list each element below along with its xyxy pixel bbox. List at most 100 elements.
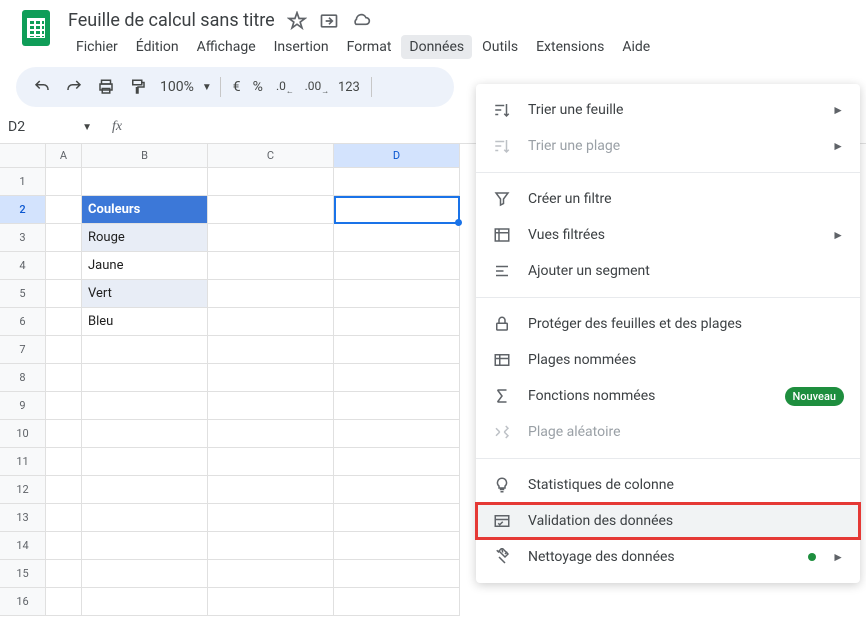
cloud-icon[interactable] <box>351 11 371 31</box>
cell-A13[interactable] <box>46 504 82 532</box>
cell-C6[interactable] <box>208 308 334 336</box>
menu-item-bulb[interactable]: Statistiques de colonne <box>476 467 860 503</box>
menu-item-named-range[interactable]: Plages nommées <box>476 342 860 378</box>
row-header-1[interactable]: 1 <box>0 168 46 196</box>
row-header-9[interactable]: 9 <box>0 392 46 420</box>
row-header-6[interactable]: 6 <box>0 308 46 336</box>
cell-D1[interactable] <box>334 168 460 196</box>
row-header-10[interactable]: 10 <box>0 420 46 448</box>
select-all-corner[interactable] <box>0 144 46 168</box>
cell-D7[interactable] <box>334 336 460 364</box>
cell-A8[interactable] <box>46 364 82 392</box>
row-header-14[interactable]: 14 <box>0 532 46 560</box>
cell-A1[interactable] <box>46 168 82 196</box>
cell-A7[interactable] <box>46 336 82 364</box>
cell-B2[interactable]: Couleurs <box>82 196 208 224</box>
cell-D3[interactable] <box>334 224 460 252</box>
menu-extensions[interactable]: Extensions <box>528 35 612 59</box>
menu-item-validation[interactable]: Validation des données <box>476 503 860 539</box>
cell-D2[interactable] <box>334 196 460 224</box>
menu-item-filter-views[interactable]: Vues filtrées► <box>476 217 860 253</box>
menu-édition[interactable]: Édition <box>128 35 187 59</box>
cell-C8[interactable] <box>208 364 334 392</box>
cell-C5[interactable] <box>208 280 334 308</box>
star-icon[interactable] <box>287 11 307 31</box>
undo-button[interactable] <box>28 73 56 101</box>
cell-C3[interactable] <box>208 224 334 252</box>
cell-C2[interactable] <box>208 196 334 224</box>
percent-button[interactable]: % <box>249 79 267 95</box>
cell-A11[interactable] <box>46 448 82 476</box>
cell-A5[interactable] <box>46 280 82 308</box>
menu-outils[interactable]: Outils <box>474 35 526 59</box>
menu-affichage[interactable]: Affichage <box>189 35 264 59</box>
cell-B4[interactable]: Jaune <box>82 252 208 280</box>
row-header-11[interactable]: 11 <box>0 448 46 476</box>
col-header-B[interactable]: B <box>82 144 208 168</box>
cell-B15[interactable] <box>82 560 208 588</box>
cell-C15[interactable] <box>208 560 334 588</box>
cell-D11[interactable] <box>334 448 460 476</box>
menu-item-segment[interactable]: Ajouter un segment <box>476 253 860 289</box>
row-header-5[interactable]: 5 <box>0 280 46 308</box>
cell-A10[interactable] <box>46 420 82 448</box>
cell-C14[interactable] <box>208 532 334 560</box>
cell-B16[interactable] <box>82 588 208 616</box>
cell-C13[interactable] <box>208 504 334 532</box>
cell-D8[interactable] <box>334 364 460 392</box>
cell-A14[interactable] <box>46 532 82 560</box>
cell-B5[interactable]: Vert <box>82 280 208 308</box>
cell-C11[interactable] <box>208 448 334 476</box>
cell-D13[interactable] <box>334 504 460 532</box>
menu-aide[interactable]: Aide <box>614 35 658 59</box>
col-header-A[interactable]: A <box>46 144 82 168</box>
more-formats-button[interactable]: 123 <box>335 73 363 101</box>
menu-format[interactable]: Format <box>339 35 400 59</box>
print-button[interactable] <box>92 73 120 101</box>
cell-B1[interactable] <box>82 168 208 196</box>
row-header-2[interactable]: 2 <box>0 196 46 224</box>
cell-D15[interactable] <box>334 560 460 588</box>
move-icon[interactable] <box>319 11 339 31</box>
cell-A6[interactable] <box>46 308 82 336</box>
redo-button[interactable] <box>60 73 88 101</box>
menu-item-sigma[interactable]: Fonctions nomméesNouveau <box>476 378 860 414</box>
cell-D16[interactable] <box>334 588 460 616</box>
zoom-select[interactable]: 100% <box>156 79 198 95</box>
cell-A3[interactable] <box>46 224 82 252</box>
cell-B9[interactable] <box>82 392 208 420</box>
sheets-logo[interactable] <box>16 8 56 48</box>
row-header-15[interactable]: 15 <box>0 560 46 588</box>
col-header-C[interactable]: C <box>208 144 334 168</box>
menu-insertion[interactable]: Insertion <box>266 35 337 59</box>
cell-D12[interactable] <box>334 476 460 504</box>
menu-item-lock[interactable]: Protéger des feuilles et des plages <box>476 306 860 342</box>
increase-decimal-button[interactable]: .00→ <box>303 73 331 101</box>
menu-item-sort-sheet[interactable]: Trier une feuille► <box>476 92 860 128</box>
cell-B3[interactable]: Rouge <box>82 224 208 252</box>
cell-B11[interactable] <box>82 448 208 476</box>
cell-B7[interactable] <box>82 336 208 364</box>
cell-A9[interactable] <box>46 392 82 420</box>
cell-C9[interactable] <box>208 392 334 420</box>
col-header-D[interactable]: D <box>334 144 460 168</box>
cell-D6[interactable] <box>334 308 460 336</box>
cell-B12[interactable] <box>82 476 208 504</box>
cell-D14[interactable] <box>334 532 460 560</box>
row-header-13[interactable]: 13 <box>0 504 46 532</box>
cell-C4[interactable] <box>208 252 334 280</box>
cell-D10[interactable] <box>334 420 460 448</box>
row-header-12[interactable]: 12 <box>0 476 46 504</box>
row-header-4[interactable]: 4 <box>0 252 46 280</box>
menu-données[interactable]: Données <box>401 35 472 59</box>
row-header-8[interactable]: 8 <box>0 364 46 392</box>
menu-item-filter[interactable]: Créer un filtre <box>476 181 860 217</box>
paint-format-button[interactable] <box>124 73 152 101</box>
cell-B14[interactable] <box>82 532 208 560</box>
cell-A16[interactable] <box>46 588 82 616</box>
cell-C16[interactable] <box>208 588 334 616</box>
cell-B8[interactable] <box>82 364 208 392</box>
row-header-16[interactable]: 16 <box>0 588 46 616</box>
cell-D5[interactable] <box>334 280 460 308</box>
cell-B10[interactable] <box>82 420 208 448</box>
